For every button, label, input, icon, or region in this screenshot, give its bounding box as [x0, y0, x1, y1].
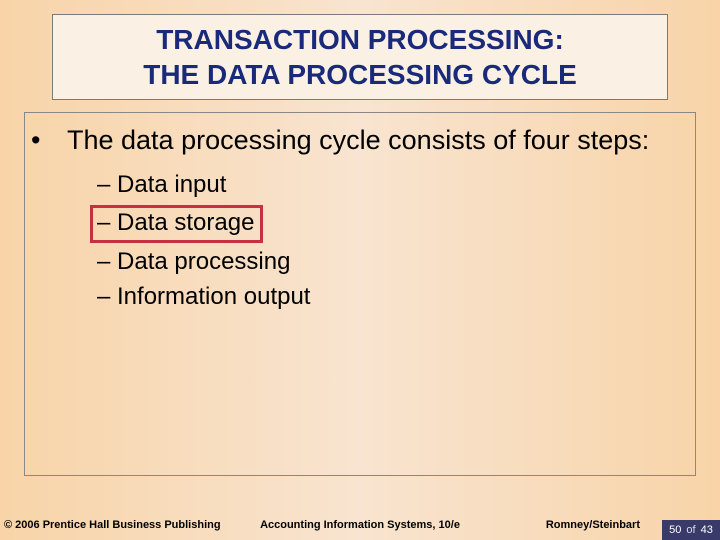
page-total: 43 — [701, 524, 713, 536]
sub-list: – Data input – Data storage – Data proce… — [97, 168, 677, 314]
bullet-dot-icon: • — [49, 123, 67, 158]
footer-authors: Romney/Steinbart — [546, 519, 640, 531]
page-current: 50 — [669, 524, 681, 536]
list-item-text: Data input — [117, 171, 226, 198]
list-item: – Information output — [97, 280, 677, 315]
list-item-text: Information output — [117, 283, 310, 310]
page-of-label: of — [686, 524, 695, 536]
slide-title-box: TRANSACTION PROCESSING: THE DATA PROCESS… — [52, 14, 668, 100]
list-item: – Data input — [97, 168, 677, 203]
slide-footer: © 2006 Prentice Hall Business Publishing… — [0, 516, 720, 534]
page-indicator: 50 of 43 — [662, 520, 720, 540]
slide-title-line1: TRANSACTION PROCESSING: — [156, 22, 564, 57]
slide-content-box: •The data processing cycle consists of f… — [24, 112, 696, 476]
lead-bullet: •The data processing cycle consists of f… — [43, 123, 677, 158]
list-item-text: Data processing — [117, 248, 290, 275]
slide-title-line2: THE DATA PROCESSING CYCLE — [143, 57, 577, 92]
lead-text: The data processing cycle consists of fo… — [67, 125, 649, 155]
list-item: – Data processing — [97, 245, 677, 280]
list-item-highlighted: – Data storage — [90, 205, 263, 243]
list-item-text: Data storage — [117, 209, 254, 236]
